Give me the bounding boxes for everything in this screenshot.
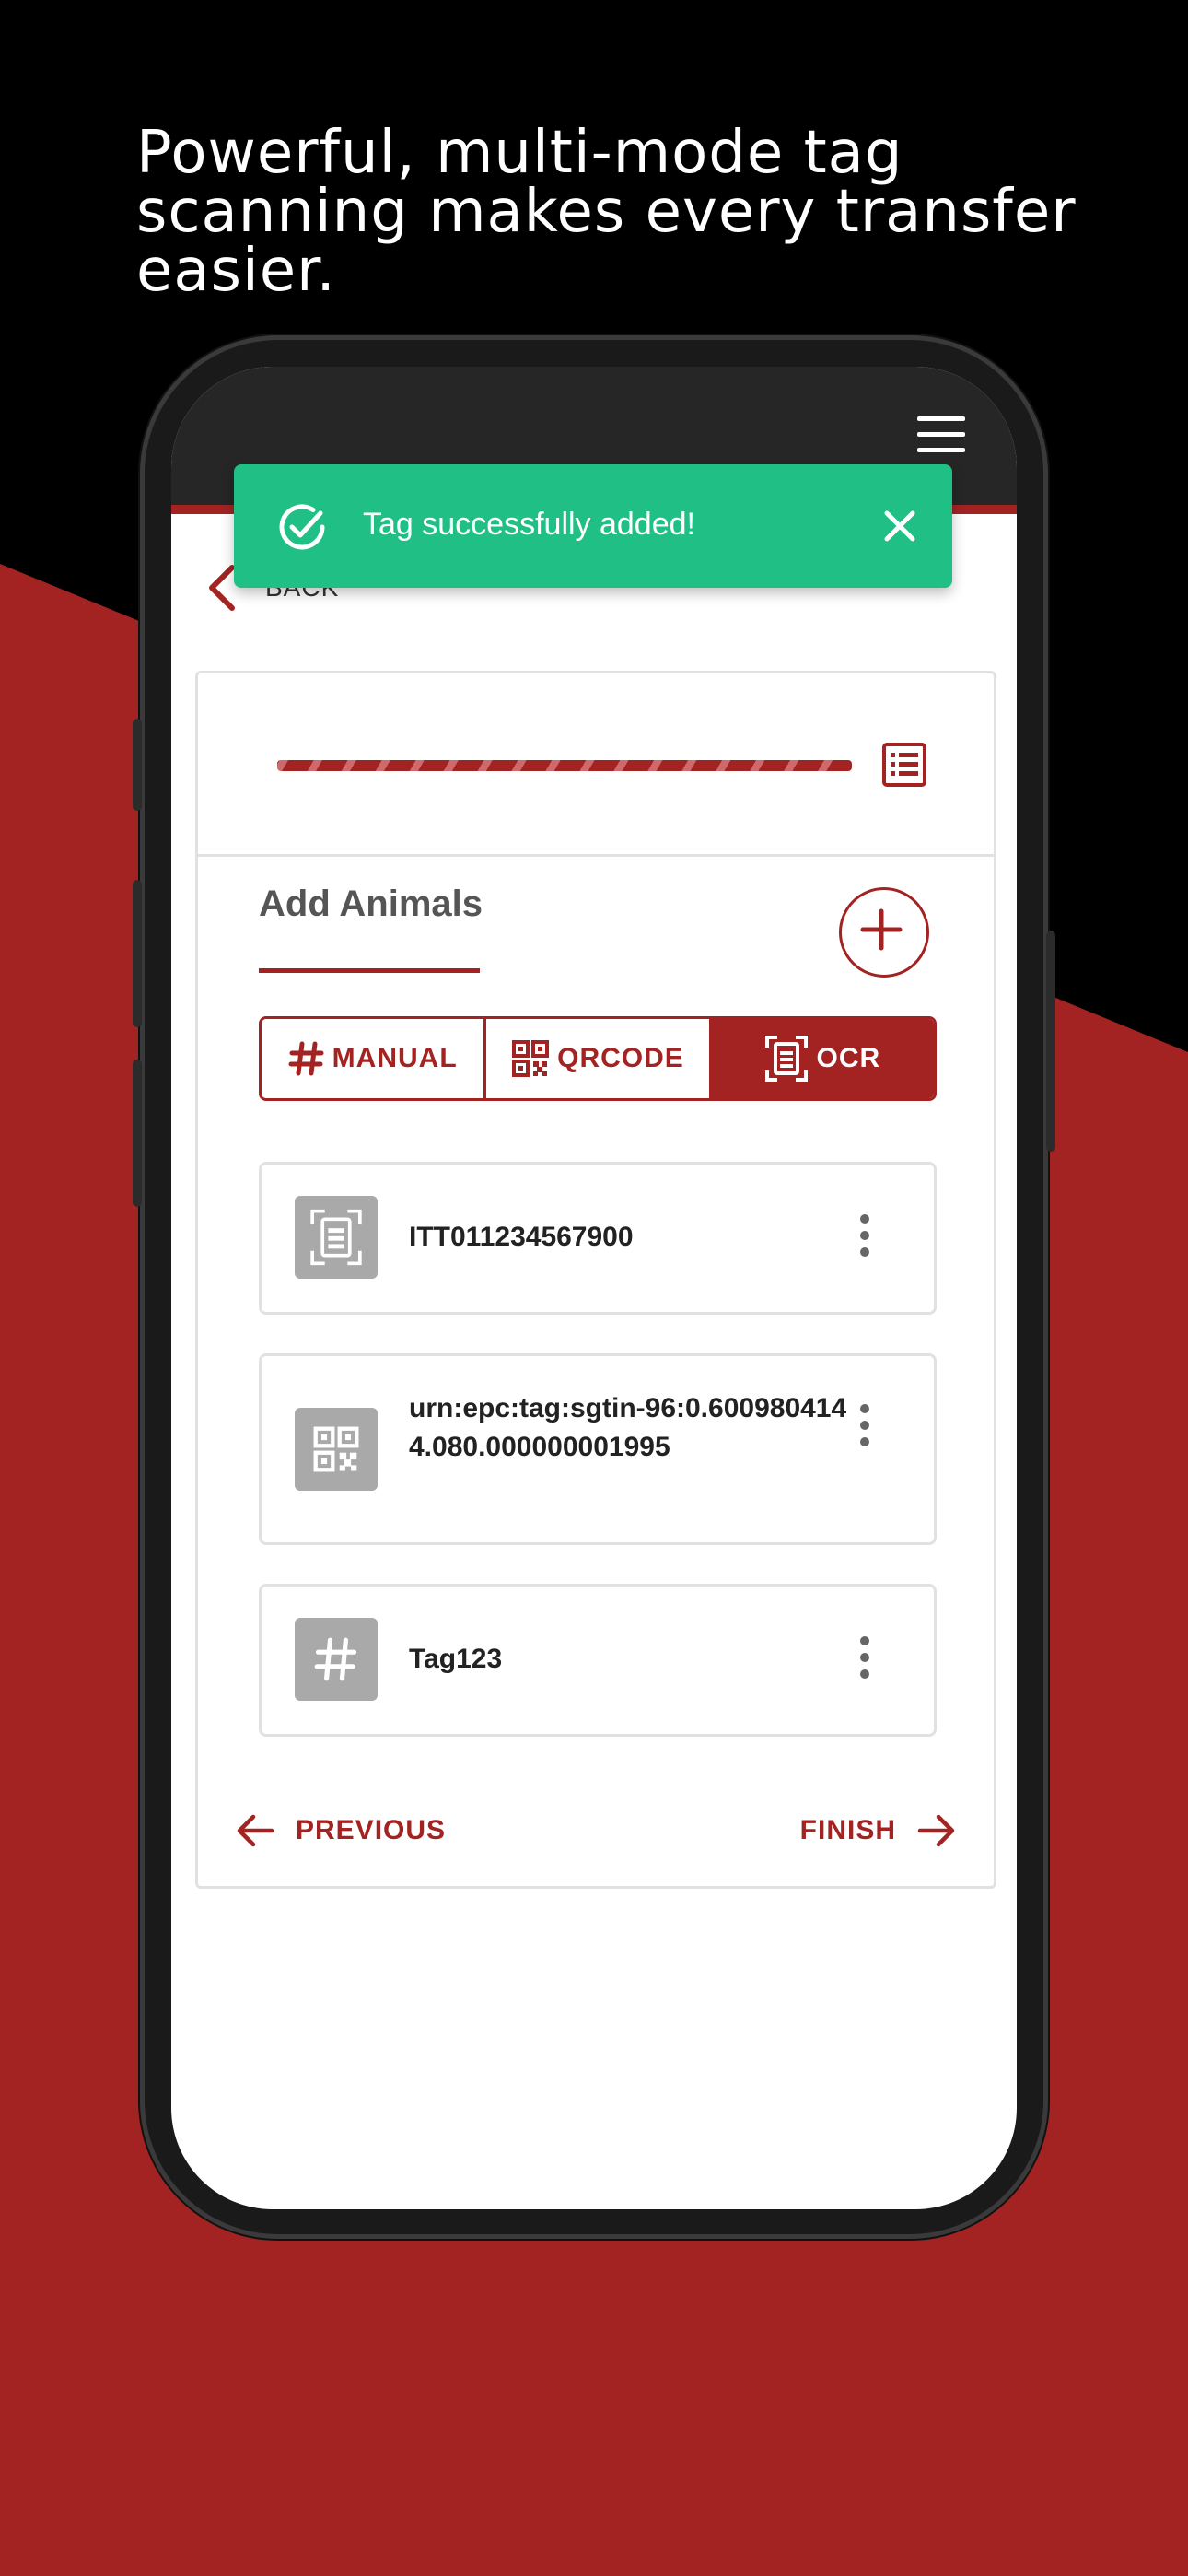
wizard-navigation: PREVIOUS FINISH: [198, 1812, 994, 1864]
add-animal-button[interactable]: [839, 887, 929, 978]
previous-button[interactable]: PREVIOUS: [235, 1812, 446, 1849]
progress-bar: [277, 760, 852, 771]
scan-mode-selector: MANUAL QRCODE OCR: [259, 1016, 937, 1101]
arrow-right-icon: [917, 1814, 955, 1847]
list-icon[interactable]: [881, 742, 927, 788]
tag-list-item: ITT011234567900: [259, 1162, 937, 1315]
success-toast: Tag successfully added!: [234, 464, 952, 588]
finish-label: FINISH: [799, 1815, 896, 1845]
hamburger-menu-icon[interactable]: [917, 416, 965, 453]
tag-list-item: urn:epc:tag:sgtin-96:0.6009804144.080.00…: [259, 1353, 937, 1545]
toast-message: Tag successfully added!: [363, 507, 695, 542]
ocr-scan-icon: [295, 1196, 378, 1279]
mode-manual-label: MANUAL: [332, 1043, 458, 1073]
section-title: Add Animals: [259, 884, 483, 924]
qrcode-icon: [512, 1040, 550, 1077]
title-underline: [259, 968, 480, 973]
mode-qrcode-label: QRCODE: [557, 1043, 684, 1073]
headline: Powerful, multi-mode tag scanning makes …: [136, 119, 1077, 305]
phone-screen: BACK Add Animals: [171, 367, 1017, 2209]
tag-value: ITT011234567900: [409, 1222, 634, 1252]
phone-side-button: [133, 1060, 142, 1207]
mode-manual-button[interactable]: MANUAL: [262, 1019, 487, 1098]
mode-ocr-button[interactable]: OCR: [711, 1019, 934, 1098]
hash-icon: [288, 1041, 324, 1076]
progress-section: [198, 673, 994, 857]
phone-side-button: [133, 719, 142, 811]
more-options-icon[interactable]: [858, 1404, 871, 1450]
arrow-left-icon: [237, 1814, 274, 1847]
close-icon[interactable]: [882, 509, 917, 544]
more-options-icon[interactable]: [858, 1214, 871, 1260]
tag-value: Tag123: [409, 1644, 503, 1674]
finish-button[interactable]: FINISH: [800, 1812, 957, 1849]
tag-list-item: Tag123: [259, 1584, 937, 1737]
phone-side-button: [1046, 931, 1055, 1152]
mode-qrcode-button[interactable]: QRCODE: [486, 1019, 712, 1098]
mode-ocr-label: OCR: [816, 1043, 881, 1073]
tag-value: urn:epc:tag:sgtin-96:0.6009804144.080.00…: [409, 1393, 847, 1462]
check-circle-icon: [279, 504, 325, 550]
plus-icon: [860, 908, 903, 951]
previous-label: PREVIOUS: [296, 1815, 447, 1845]
qrcode-icon: [295, 1408, 378, 1491]
more-options-icon[interactable]: [858, 1636, 871, 1682]
phone-side-button: [133, 880, 142, 1027]
hash-icon: [295, 1618, 378, 1701]
ocr-scan-icon: [765, 1036, 809, 1082]
add-animals-card: Add Animals MANUAL QRCODE OCR ITT0112345…: [195, 671, 996, 1889]
